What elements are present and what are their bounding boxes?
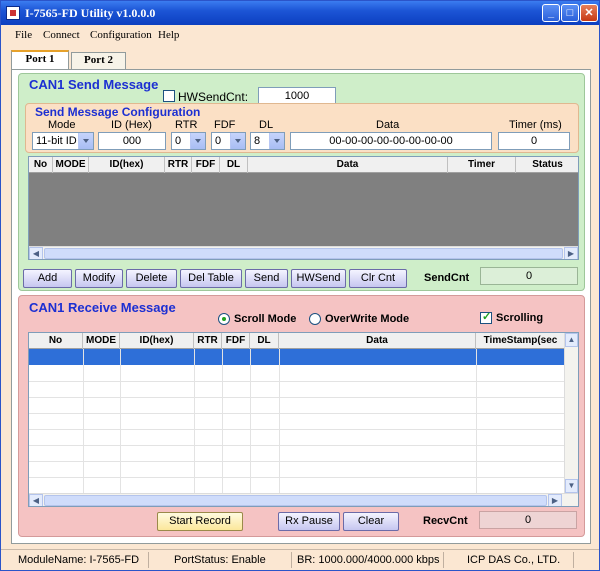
scroll-mode-radio[interactable] bbox=[218, 313, 230, 325]
column-header[interactable]: No bbox=[29, 333, 83, 349]
column-header[interactable]: MODE bbox=[83, 333, 120, 349]
recvcnt-label: RecvCnt bbox=[423, 515, 468, 527]
dl-select-value: 8 bbox=[254, 135, 261, 147]
menu-configuration[interactable]: Configuration bbox=[90, 29, 152, 41]
column-header[interactable]: TimeStamp(sec bbox=[476, 333, 566, 349]
status-port: PortStatus: Enable bbox=[174, 554, 266, 566]
scroll-thumb[interactable] bbox=[44, 248, 563, 259]
maximize-button[interactable]: □ bbox=[561, 4, 579, 22]
column-header[interactable]: Data bbox=[248, 157, 448, 173]
mode-label: Mode bbox=[48, 119, 76, 131]
menu-help[interactable]: Help bbox=[158, 29, 179, 41]
id-input[interactable]: 000 bbox=[98, 132, 166, 150]
window-title: I-7565-FD Utility v1.0.0.0 bbox=[25, 6, 156, 20]
dl-select[interactable]: 8 bbox=[250, 132, 285, 150]
start-record-button[interactable]: Start Record bbox=[157, 512, 243, 531]
status-company: ICP DAS Co., LTD. bbox=[467, 554, 561, 566]
status-bar: ModuleName: I-7565-FD PortStatus: Enable… bbox=[1, 549, 599, 570]
add-button[interactable]: Add bbox=[23, 269, 72, 288]
data-input[interactable]: 00-00-00-00-00-00-00-00 bbox=[290, 132, 492, 150]
column-header[interactable]: Timer bbox=[448, 157, 516, 173]
column-header[interactable]: No bbox=[29, 157, 53, 173]
chevron-down-icon bbox=[190, 133, 205, 149]
column-header[interactable]: RTR bbox=[194, 333, 222, 349]
menu-file[interactable]: File bbox=[15, 29, 32, 41]
rtr-select[interactable]: 0 bbox=[171, 132, 206, 150]
column-header[interactable]: MODE bbox=[53, 157, 89, 173]
chevron-down-icon bbox=[78, 133, 93, 149]
receive-table[interactable]: No MODE ID(hex) RTR FDF DL Data TimeStam… bbox=[28, 332, 579, 507]
status-module-name: ModuleName: I-7565-FD bbox=[18, 554, 140, 566]
rtr-label: RTR bbox=[175, 119, 198, 131]
rtr-select-value: 0 bbox=[175, 135, 182, 147]
mode-select[interactable]: 11-bit ID bbox=[32, 132, 94, 150]
fdf-select-value: 0 bbox=[215, 135, 222, 147]
receive-panel-title: CAN1 Receive Message bbox=[29, 300, 176, 315]
column-header[interactable]: ID(hex) bbox=[120, 333, 194, 349]
minimize-button[interactable]: _ bbox=[542, 4, 560, 22]
chevron-down-icon bbox=[269, 133, 284, 149]
receive-table-vscroll[interactable]: ▲ ▼ bbox=[564, 333, 578, 493]
close-button[interactable]: ✕ bbox=[580, 4, 598, 22]
sendcnt-value: 0 bbox=[480, 267, 578, 285]
status-baud-rate: BR: 1000.000/4000.000 kbps bbox=[297, 554, 440, 566]
send-config-title: Send Message Configuration bbox=[35, 105, 201, 119]
dl-label: DL bbox=[259, 119, 274, 131]
tab-port-2[interactable]: Port 2 bbox=[71, 52, 126, 69]
scrolling-checkbox[interactable] bbox=[480, 310, 492, 324]
sendcnt-label: SendCnt bbox=[424, 272, 470, 284]
menu-bar: File Connect Configuration Help bbox=[1, 25, 599, 45]
receive-table-hscroll[interactable]: ◀ ▶ bbox=[29, 493, 578, 506]
send-button[interactable]: Send bbox=[245, 269, 288, 288]
hwsendcnt-checkbox[interactable] bbox=[163, 90, 175, 102]
send-table-header: No MODE ID(hex) RTR FDF DL Data Timer St… bbox=[29, 157, 578, 173]
title-bar[interactable]: I-7565-FD Utility v1.0.0.0 _ □ ✕ bbox=[1, 1, 599, 25]
modify-button[interactable]: Modify bbox=[75, 269, 123, 288]
app-icon bbox=[6, 6, 20, 20]
scroll-right-icon[interactable]: ▶ bbox=[564, 247, 578, 259]
send-table-hscroll[interactable]: ◀ ▶ bbox=[29, 246, 578, 259]
del-table-button[interactable]: Del Table bbox=[180, 269, 242, 288]
scroll-down-icon[interactable]: ▼ bbox=[565, 479, 578, 493]
timer-input[interactable]: 0 bbox=[498, 132, 570, 150]
delete-button[interactable]: Delete bbox=[126, 269, 177, 288]
fdf-select[interactable]: 0 bbox=[211, 132, 246, 150]
table-row-selected[interactable] bbox=[29, 349, 566, 365]
menu-connect[interactable]: Connect bbox=[43, 29, 80, 41]
data-label: Data bbox=[376, 119, 400, 131]
rx-pause-button[interactable]: Rx Pause bbox=[278, 512, 340, 531]
column-header[interactable]: FDF bbox=[192, 157, 220, 173]
scroll-right-icon[interactable]: ▶ bbox=[548, 494, 562, 506]
column-header[interactable]: ID(hex) bbox=[89, 157, 165, 173]
timer-label: Timer (ms) bbox=[509, 119, 562, 131]
overwrite-mode-radio[interactable] bbox=[309, 313, 321, 325]
scroll-left-icon[interactable]: ◀ bbox=[29, 247, 43, 259]
fdf-label: FDF bbox=[214, 119, 236, 131]
column-header[interactable]: Status bbox=[516, 157, 578, 173]
scroll-up-icon[interactable]: ▲ bbox=[565, 333, 578, 347]
hwsend-button[interactable]: HWSend bbox=[291, 269, 346, 288]
column-header[interactable]: RTR bbox=[165, 157, 192, 173]
app-window: I-7565-FD Utility v1.0.0.0 _ □ ✕ File Co… bbox=[0, 0, 600, 571]
send-panel-title: CAN1 Send Message bbox=[29, 77, 159, 92]
chevron-down-icon bbox=[230, 133, 245, 149]
scrolling-label: Scrolling bbox=[496, 312, 544, 324]
send-table[interactable]: No MODE ID(hex) RTR FDF DL Data Timer St… bbox=[28, 156, 579, 260]
id-label: ID (Hex) bbox=[111, 119, 152, 131]
scroll-thumb[interactable] bbox=[44, 495, 547, 506]
scroll-left-icon[interactable]: ◀ bbox=[29, 494, 43, 506]
overwrite-mode-label: OverWrite Mode bbox=[325, 313, 410, 325]
scroll-mode-label: Scroll Mode bbox=[234, 313, 297, 325]
tab-port-1[interactable]: Port 1 bbox=[11, 50, 69, 70]
recvcnt-value: 0 bbox=[479, 511, 577, 529]
column-header[interactable]: DL bbox=[250, 333, 279, 349]
clr-cnt-button[interactable]: Clr Cnt bbox=[349, 269, 407, 288]
mode-select-value: 11-bit ID bbox=[36, 135, 77, 147]
column-header[interactable]: DL bbox=[220, 157, 248, 173]
column-header[interactable]: FDF bbox=[222, 333, 250, 349]
column-header[interactable]: Data bbox=[279, 333, 476, 349]
receive-table-header: No MODE ID(hex) RTR FDF DL Data TimeStam… bbox=[29, 333, 566, 349]
hwsendcnt-label: HWSendCnt: bbox=[178, 90, 249, 104]
clear-button[interactable]: Clear bbox=[343, 512, 399, 531]
